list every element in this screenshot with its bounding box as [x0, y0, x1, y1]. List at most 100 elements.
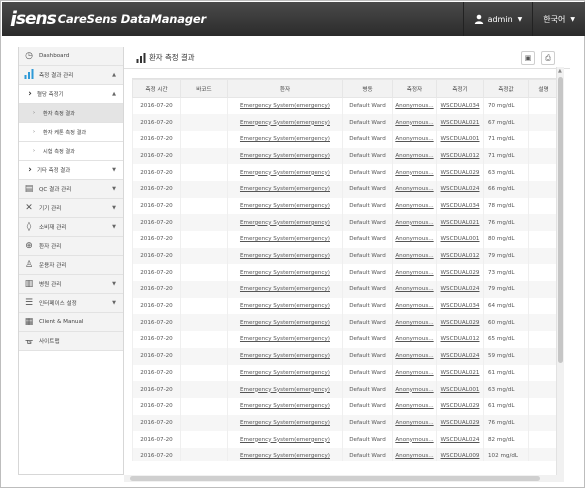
cell-patient[interactable]: Emergency System(emergency) — [227, 314, 343, 332]
cell-meter[interactable]: WSCDUAL024 — [436, 180, 484, 198]
table-row[interactable]: 2016-07-20 Emergency System(emergency) Def… — [132, 281, 558, 298]
cell-patient[interactable]: Emergency System(emergency) — [227, 264, 343, 282]
cell-operator[interactable]: Anonymous... — [392, 297, 437, 315]
column-header[interactable]: 측정기 — [436, 79, 484, 98]
table-row[interactable]: 2016-07-20 Emergency System(emergency) Def… — [132, 130, 558, 148]
cell-operator[interactable]: Anonymous... — [392, 264, 437, 282]
sidebar-item-control-result[interactable]: › 시험 측정 결과 — [19, 142, 123, 161]
cell-patient[interactable]: Emergency System(emergency) — [227, 347, 343, 365]
table-row[interactable]: 2016-07-20 Emergency System(emergency) Def… — [132, 447, 558, 461]
cell-operator[interactable]: Anonymous... — [392, 130, 437, 148]
sidebar-item-interface[interactable]: ☰ 인터페이스 설정 ▼ — [19, 294, 123, 313]
sidebar-item-results[interactable]: 측정 결과 관리 ▲ — [19, 66, 123, 85]
user-menu-button[interactable]: admin ▼ — [462, 2, 533, 36]
cell-meter[interactable]: WSCDUAL034 — [436, 197, 484, 215]
cell-patient[interactable]: Emergency System(emergency) — [227, 247, 343, 265]
table-row[interactable]: 2016-07-20 Emergency System(emergency) Def… — [132, 97, 558, 115]
cell-patient[interactable]: Emergency System(emergency) — [227, 130, 343, 148]
cell-patient[interactable]: Emergency System(emergency) — [227, 447, 343, 461]
cell-meter[interactable]: WSCDUAL021 — [436, 114, 484, 131]
sidebar-item-client-manual[interactable]: ▦ Client & Manual — [19, 313, 123, 332]
cell-meter[interactable]: WSCDUAL034 — [436, 97, 484, 115]
cell-operator[interactable]: Anonymous... — [392, 397, 437, 415]
sidebar-item-other-meter[interactable]: › 기타 측정 결과 ▼ — [19, 161, 123, 180]
table-row[interactable]: 2016-07-20 Emergency System(emergency) Def… — [132, 397, 558, 415]
table-row[interactable]: 2016-07-20 Emergency System(emergency) Def… — [132, 414, 558, 432]
cell-meter[interactable]: WSCDUAL001 — [436, 231, 484, 248]
table-row[interactable]: 2016-07-20 Emergency System(emergency) Def… — [132, 147, 558, 165]
table-row[interactable]: 2016-07-20 Emergency System(emergency) Def… — [132, 247, 558, 265]
cell-meter[interactable]: WSCDUAL034 — [436, 297, 484, 315]
cell-meter[interactable]: WSCDUAL029 — [436, 264, 484, 282]
cell-meter[interactable]: WSCDUAL001 — [436, 381, 484, 398]
column-header[interactable]: 측정값 — [483, 79, 529, 98]
cell-operator[interactable]: Anonymous... — [392, 347, 437, 365]
column-header[interactable]: 환자 — [227, 79, 343, 98]
cell-patient[interactable]: Emergency System(emergency) — [227, 397, 343, 415]
cell-operator[interactable]: Anonymous... — [392, 364, 437, 382]
sidebar-item-glucose-meter[interactable]: › 혈당 측정기 ▲ — [19, 85, 123, 104]
horizontal-scrollbar[interactable] — [124, 475, 564, 482]
table-row[interactable]: 2016-07-20 Emergency System(emergency) Def… — [132, 264, 558, 282]
table-row[interactable]: 2016-07-20 Emergency System(emergency) Def… — [132, 231, 558, 248]
excel-export-button[interactable]: ▣ — [521, 51, 535, 65]
cell-operator[interactable]: Anonymous... — [392, 431, 437, 448]
sidebar-item-patient-measure-result[interactable]: › 환자 측정 결과 — [19, 104, 123, 123]
brand-logo[interactable]: i sens CareSens DataManager — [10, 7, 206, 31]
cell-patient[interactable]: Emergency System(emergency) — [227, 197, 343, 215]
cell-operator[interactable]: Anonymous... — [392, 331, 437, 348]
cell-operator[interactable]: Anonymous... — [392, 231, 437, 248]
cell-meter[interactable]: WSCDUAL001 — [436, 130, 484, 148]
cell-patient[interactable]: Emergency System(emergency) — [227, 331, 343, 348]
cell-meter[interactable]: WSCDUAL009 — [436, 447, 484, 461]
table-row[interactable]: 2016-07-20 Emergency System(emergency) Def… — [132, 114, 558, 131]
sidebar-item-dashboard[interactable]: ◷ Dashboard — [19, 47, 123, 66]
cell-patient[interactable]: Emergency System(emergency) — [227, 297, 343, 315]
table-row[interactable]: 2016-07-20 Emergency System(emergency) Def… — [132, 364, 558, 382]
cell-operator[interactable]: Anonymous... — [392, 147, 437, 165]
cell-operator[interactable]: Anonymous... — [392, 164, 437, 181]
column-header[interactable]: 측정 시간 — [132, 79, 181, 98]
cell-meter[interactable]: WSCDUAL029 — [436, 414, 484, 432]
sidebar-item-sitemap[interactable]: ᚗ 사이트맵 — [19, 332, 123, 351]
table-row[interactable]: 2016-07-20 Emergency System(emergency) Def… — [132, 214, 558, 231]
cell-operator[interactable]: Anonymous... — [392, 447, 437, 461]
cell-meter[interactable]: WSCDUAL024 — [436, 347, 484, 365]
cell-meter[interactable]: WSCDUAL021 — [436, 214, 484, 231]
cell-operator[interactable]: Anonymous... — [392, 197, 437, 215]
cell-operator[interactable]: Anonymous... — [392, 281, 437, 298]
table-row[interactable]: 2016-07-20 Emergency System(emergency) Def… — [132, 197, 558, 215]
table-row[interactable]: 2016-07-20 Emergency System(emergency) Def… — [132, 331, 558, 348]
sidebar-item-patient-ketone-result[interactable]: › 환자 케톤 측정 결과 — [19, 123, 123, 142]
column-header[interactable]: 병동 — [342, 79, 393, 98]
cell-patient[interactable]: Emergency System(emergency) — [227, 381, 343, 398]
table-row[interactable]: 2016-07-20 Emergency System(emergency) Def… — [132, 180, 558, 198]
cell-patient[interactable]: Emergency System(emergency) — [227, 180, 343, 198]
table-row[interactable]: 2016-07-20 Emergency System(emergency) Def… — [132, 381, 558, 398]
cell-operator[interactable]: Anonymous... — [392, 314, 437, 332]
table-row[interactable]: 2016-07-20 Emergency System(emergency) Def… — [132, 347, 558, 365]
cell-patient[interactable]: Emergency System(emergency) — [227, 164, 343, 181]
cell-operator[interactable]: Anonymous... — [392, 381, 437, 398]
cell-patient[interactable]: Emergency System(emergency) — [227, 231, 343, 248]
sidebar-item-patient[interactable]: ⊕ 환자 관리 — [19, 237, 123, 256]
cell-patient[interactable]: Emergency System(emergency) — [227, 114, 343, 131]
table-row[interactable]: 2016-07-20 Emergency System(emergency) Def… — [132, 431, 558, 448]
column-header[interactable]: 측정자 — [392, 79, 437, 98]
table-row[interactable]: 2016-07-20 Emergency System(emergency) Def… — [132, 314, 558, 332]
cell-meter[interactable]: WSCDUAL012 — [436, 147, 484, 165]
sidebar-item-consumables[interactable]: ◊ 소비재 관리 ▼ — [19, 218, 123, 237]
sidebar-item-qc[interactable]: ▤ QC 결과 관리 ▼ — [19, 180, 123, 199]
cell-meter[interactable]: WSCDUAL024 — [436, 281, 484, 298]
vertical-scrollbar[interactable]: ▲ — [556, 67, 564, 475]
sidebar-item-device[interactable]: ✕ 기기 관리 ▼ — [19, 199, 123, 218]
cell-meter[interactable]: WSCDUAL029 — [436, 397, 484, 415]
sidebar-item-operator[interactable]: ♙ 운용자 관리 — [19, 256, 123, 275]
cell-meter[interactable]: WSCDUAL029 — [436, 314, 484, 332]
vertical-scroll-thumb[interactable] — [558, 77, 563, 363]
cell-patient[interactable]: Emergency System(emergency) — [227, 147, 343, 165]
column-header[interactable]: 설명 — [528, 79, 558, 98]
horizontal-scroll-thumb[interactable] — [130, 476, 540, 481]
cell-operator[interactable]: Anonymous... — [392, 97, 437, 115]
sidebar-item-ward[interactable]: ▥ 병원 관리 ▼ — [19, 275, 123, 294]
